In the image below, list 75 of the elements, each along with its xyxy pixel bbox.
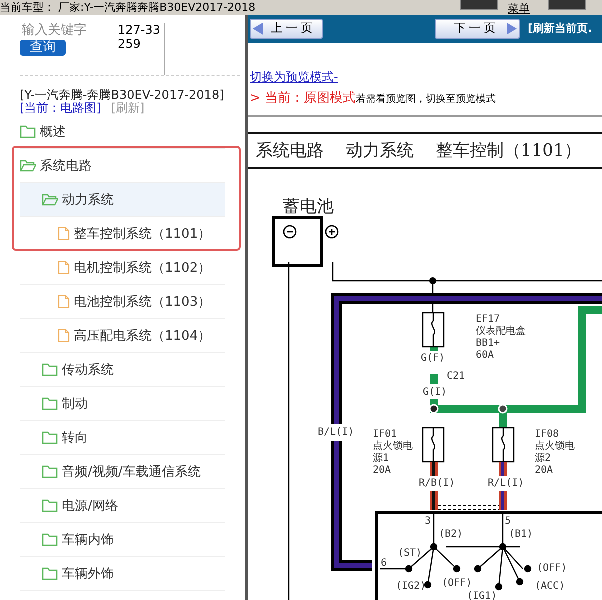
- folder-icon: [20, 125, 36, 138]
- tree-item[interactable]: 电池控制系统（1103）: [20, 285, 225, 319]
- fuse-symbol: [422, 312, 445, 348]
- tree-item[interactable]: 车辆内饰: [20, 523, 225, 557]
- preview-mode-link[interactable]: 切换为预览模式-: [250, 70, 338, 84]
- open-folder-icon: [20, 159, 36, 172]
- tree-item[interactable]: 音频/视频/车载通信系统: [20, 455, 225, 489]
- diagram-label: 6: [381, 558, 388, 569]
- junction-dot: [429, 404, 439, 414]
- file-icon: [58, 328, 70, 342]
- diagram-heading: 系统电路: [256, 140, 324, 162]
- search-button[interactable]: 查询: [20, 40, 66, 56]
- mode-hint: 若需看预览图，切换至预览模式: [356, 92, 496, 106]
- diagram-label: IF01 点火锁电 源1 20A: [373, 429, 413, 476]
- diagram-label: G(F): [421, 353, 446, 364]
- diagram-label: (ST): [398, 548, 422, 559]
- diagram-label: 3: [425, 516, 432, 527]
- folder-icon: [42, 465, 58, 478]
- battery-box: [272, 216, 324, 268]
- tree-item[interactable]: 电源/网络: [20, 489, 225, 523]
- diagram-heading: 整车控制（1101）: [436, 140, 582, 162]
- folder-icon: [42, 499, 58, 512]
- diagram-label: B/L(I): [318, 427, 354, 438]
- diagram-label: (OFF): [537, 563, 568, 574]
- diagram-label: (IG1): [467, 591, 498, 600]
- diagram-label: IF08 点火锁电 源2 20A: [535, 429, 575, 476]
- refresh-page-link[interactable]: [刷新当前页.: [528, 21, 592, 36]
- toolbar-icon[interactable]: [460, 0, 498, 10]
- junction-dot: [430, 278, 436, 284]
- fuse-symbol: [422, 427, 445, 463]
- prev-page-button[interactable]: 上一页: [250, 18, 323, 39]
- diagram-label: (ACC): [535, 581, 566, 592]
- diagram-label: EF17 仪表配电盒 BB1+ 60A: [476, 314, 526, 361]
- diagram-label: (OFF): [442, 578, 472, 589]
- junction-dot: [498, 404, 508, 414]
- fuse-symbol: [492, 427, 515, 463]
- battery-label: 蓄电池: [283, 197, 334, 217]
- diagram-label: (B1): [509, 529, 534, 540]
- diagram-heading: 动力系统: [346, 140, 414, 162]
- tree-item[interactable]: 制动: [20, 387, 225, 421]
- plus-icon: [325, 225, 339, 239]
- file-icon: [58, 260, 70, 274]
- tree-item[interactable]: 整车控制系统（1101）: [20, 217, 225, 251]
- diagram-label: G(I): [423, 387, 448, 398]
- code-text: 127-33259: [118, 23, 165, 75]
- open-folder-icon: [42, 193, 58, 206]
- tree-item[interactable]: 概述: [20, 115, 225, 149]
- mode-status: > 当前：原图模式: [250, 90, 356, 107]
- diagram-label: C21: [447, 371, 466, 382]
- file-icon: [58, 226, 70, 240]
- diagram-label: (IG2): [396, 581, 426, 592]
- file-icon: [58, 294, 70, 308]
- folder-icon: [42, 567, 58, 580]
- folder-icon: [42, 533, 58, 546]
- toolbar-icon[interactable]: [548, 0, 586, 10]
- tree-item[interactable]: 动力系统: [20, 183, 225, 217]
- folder-icon: [42, 431, 58, 444]
- tree-item[interactable]: 高压配电系统（1104）: [20, 319, 225, 353]
- tree-item[interactable]: 车辆外饰: [20, 557, 225, 591]
- tree-item[interactable]: 转向: [20, 421, 225, 455]
- diagram-label: R/B(I): [419, 478, 456, 489]
- diagram-label: 5: [505, 516, 512, 527]
- vehicle-info: 当前车型： 厂家:Y-一汽奔腾奔腾B30EV2017-2018: [0, 0, 256, 15]
- diagram-label: R/L(I): [488, 478, 524, 489]
- model-title: [Y-一汽奔腾-奔腾B30EV-2017-2018]: [20, 89, 226, 102]
- minus-icon: [283, 225, 297, 239]
- next-page-button[interactable]: 下一页: [435, 18, 520, 39]
- folder-icon: [42, 363, 58, 376]
- current-view-link[interactable]: [当前：电路图]: [20, 101, 102, 115]
- tree-item[interactable]: 传动系统: [20, 353, 225, 387]
- dashed-link: [438, 506, 500, 510]
- menu-link[interactable]: 菜单: [508, 3, 530, 15]
- tree-item[interactable]: 电机控制系统（1102）: [20, 251, 225, 285]
- diagram-label: (B2): [439, 529, 464, 540]
- folder-icon: [42, 397, 58, 410]
